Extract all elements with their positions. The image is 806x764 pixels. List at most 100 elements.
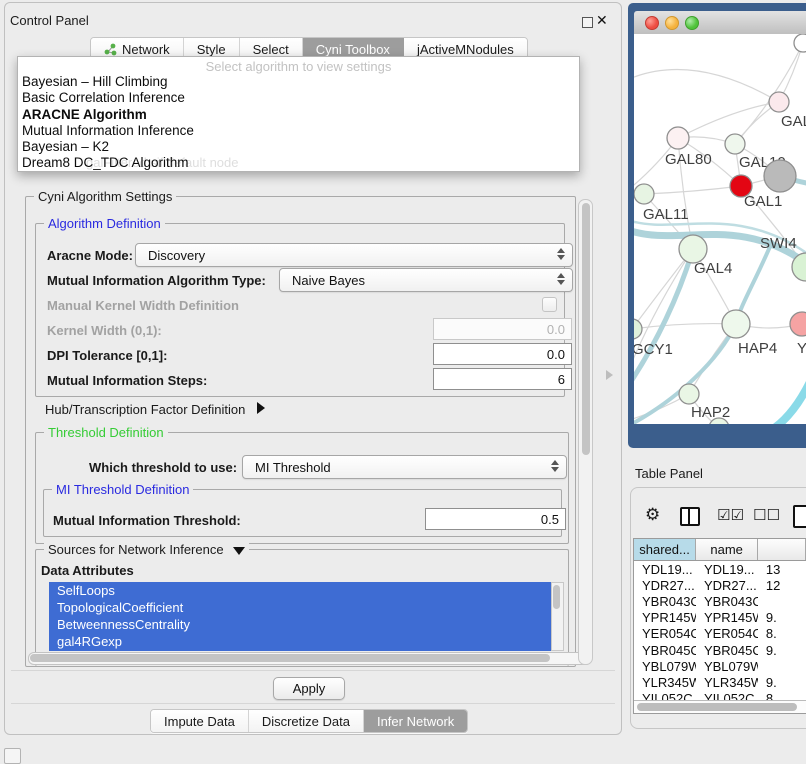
network-node[interactable] [794,34,806,52]
chevron-down-icon [233,547,245,555]
mi-steps-label: Mutual Information Steps: [47,373,207,388]
algorithm-option-bayesian-hill-climbing[interactable]: Bayesian – Hill Climbing [18,74,579,90]
gene-table-body: YDL19...YDL19...13YDR27...YDR27...12YBR0… [634,561,806,707]
control-panel-title: Control Panel [10,13,89,28]
network-edge[interactable] [634,70,779,102]
dpi-tolerance-field[interactable]: 0.0 [433,343,572,365]
hub-definition-toggle[interactable]: Hub/Transcription Factor Definition [45,402,265,417]
table-row[interactable]: YBR045CYBR045C9. [634,642,806,658]
table-row[interactable]: YPR145WYPR145W9. [634,610,806,626]
dpi-tolerance-label: DPI Tolerance [0,1]: [47,348,167,363]
network-node-gal11[interactable] [634,184,654,204]
table-row[interactable]: YDL19...YDL19...13 [634,561,806,577]
network-canvas[interactable]: GAL7GAL80GAL10GAL1GAL11SWI4GAL4GCY1HAP4Y… [634,34,806,424]
kernel-width-field[interactable]: 0.0 [433,318,572,340]
network-node-label-gal1: GAL1 [744,193,782,210]
table-row[interactable]: YLR345WYLR345W9. [634,674,806,690]
table-cell: YDR27... [696,578,758,593]
algorithm-option-bayesian-k2[interactable]: Bayesian – K2 [18,139,579,155]
network-edge[interactable] [634,249,693,386]
bottom-tab-discretize-data[interactable]: Discretize Data [249,710,364,732]
network-node[interactable] [764,160,796,192]
kernel-width-label: Kernel Width (0,1): [47,323,162,338]
table-row[interactable]: YBR043CYBR043C [634,593,806,609]
aracne-mode-select[interactable]: Discovery [135,243,573,267]
mi-algorithm-type-select[interactable]: Naive Bayes [279,268,573,292]
algorithm-option-basic-correlation-inference[interactable]: Basic Correlation Inference [18,90,579,106]
network-node-hap2[interactable] [679,384,699,404]
minimize-traffic-light-icon[interactable] [665,16,679,30]
attribute-item-gal4rgexp[interactable]: gal4RGexp [49,633,551,650]
table-horizontal-scrollbar[interactable] [634,700,806,714]
data-attributes-list[interactable]: SelfLoopsTopologicalCoefficientBetweenne… [49,582,551,651]
manual-kernel-width-checkbox[interactable] [542,297,557,312]
network-node-label-gcy1: GCY1 [634,341,673,358]
algorithm-option-dream8-dc-tdc-algorithm[interactable]: Dream8 DC_TDC Algorithm [18,155,579,171]
close-icon[interactable]: ✕ [596,14,608,26]
network-node-label-gal11: GAL11 [643,206,689,223]
tab-select-label: Select [253,42,289,57]
network-window-titlebar[interactable] [634,11,806,35]
select-all-checkboxes-icon[interactable]: ☑☑ [717,507,744,524]
column-header-shared[interactable]: shared... [634,539,696,560]
network-node-gcy1[interactable] [634,319,642,339]
manual-kernel-width-label: Manual Kernel Width Definition [47,298,239,313]
table-row[interactable]: YBL079WYBL079W [634,658,806,674]
which-threshold-value: MI Threshold [255,460,331,475]
network-node-gal10[interactable] [725,134,745,154]
combo-arrows-icon [557,273,565,285]
network-node-gal4[interactable] [679,235,707,263]
deselect-all-checkboxes-icon[interactable]: ☐☐ [753,507,780,524]
table-cell: YBR043C [696,594,758,609]
network-edge[interactable] [634,249,693,329]
mi-threshold-field[interactable]: 0.5 [425,508,566,530]
settings-horizontal-scrollbar[interactable] [28,652,592,665]
gear-icon[interactable]: ⚙ [645,506,660,523]
network-edge[interactable] [644,186,741,194]
network-node-gal7[interactable] [769,92,789,112]
divider [11,703,615,704]
panel-resize-grip[interactable] [606,370,613,380]
algorithm-option-list: Bayesian – Hill ClimbingBasic Correlatio… [18,74,579,172]
mi-steps-field[interactable]: 6 [433,368,572,390]
close-traffic-light-icon[interactable] [645,16,659,30]
column-header-2[interactable] [758,539,806,560]
table-cell: 9. [758,643,806,658]
table-row[interactable]: YER054CYER054C8. [634,626,806,642]
attribute-item-selfloops[interactable]: SelfLoops [49,582,551,599]
network-edge[interactable] [766,382,806,424]
attributes-list-scrollbar[interactable] [551,582,564,651]
algorithm-option-aracne-algorithm[interactable]: ARACNE Algorithm [18,107,579,123]
network-icon [104,43,117,56]
data-attributes-label: Data Attributes [41,563,134,578]
zoom-traffic-light-icon[interactable] [685,16,699,30]
column-header-name[interactable]: name [696,539,758,560]
network-node-hap4[interactable] [722,310,750,338]
algorithm-selector-placeholder[interactable]: Select algorithm to view settings [18,59,579,74]
table-row[interactable]: YDR27...YDR27...12 [634,577,806,593]
attribute-item-topologicalcoefficient[interactable]: TopologicalCoefficient [49,599,551,616]
table-cell: 8. [758,626,806,641]
algorithm-option-mutual-information-inference[interactable]: Mutual Information Inference [18,123,579,139]
attribute-item-betweennesscentrality[interactable]: BetweennessCentrality [49,616,551,633]
table-cell: YBR045C [696,643,758,658]
network-node-gal80[interactable] [667,127,689,149]
network-node-y[interactable] [790,312,806,336]
sources-title-row[interactable]: Sources for Network Inference [44,542,249,557]
columns-icon[interactable] [680,507,700,526]
mi-threshold-label: Mutual Information Threshold: [53,513,241,528]
table-cell: YER054C [634,626,696,641]
table-cell: 9. [758,675,806,690]
apply-button[interactable]: Apply [273,677,345,700]
settings-vertical-scrollbar[interactable] [578,199,593,665]
document-icon[interactable] [793,505,806,528]
table-cell: 12 [758,578,806,593]
bottom-tab-infer-network[interactable]: Infer Network [364,710,467,732]
which-threshold-select[interactable]: MI Threshold [242,455,567,479]
float-window-icon[interactable] [582,17,593,28]
bottom-tab-impute-data[interactable]: Impute Data [151,710,249,732]
sources-title: Sources for Network Inference [48,542,224,557]
algorithm-definition-title: Algorithm Definition [44,216,165,231]
network-node-label-gal80: GAL80 [665,151,712,168]
mi-algorithm-type-value: Naive Bayes [292,273,365,288]
